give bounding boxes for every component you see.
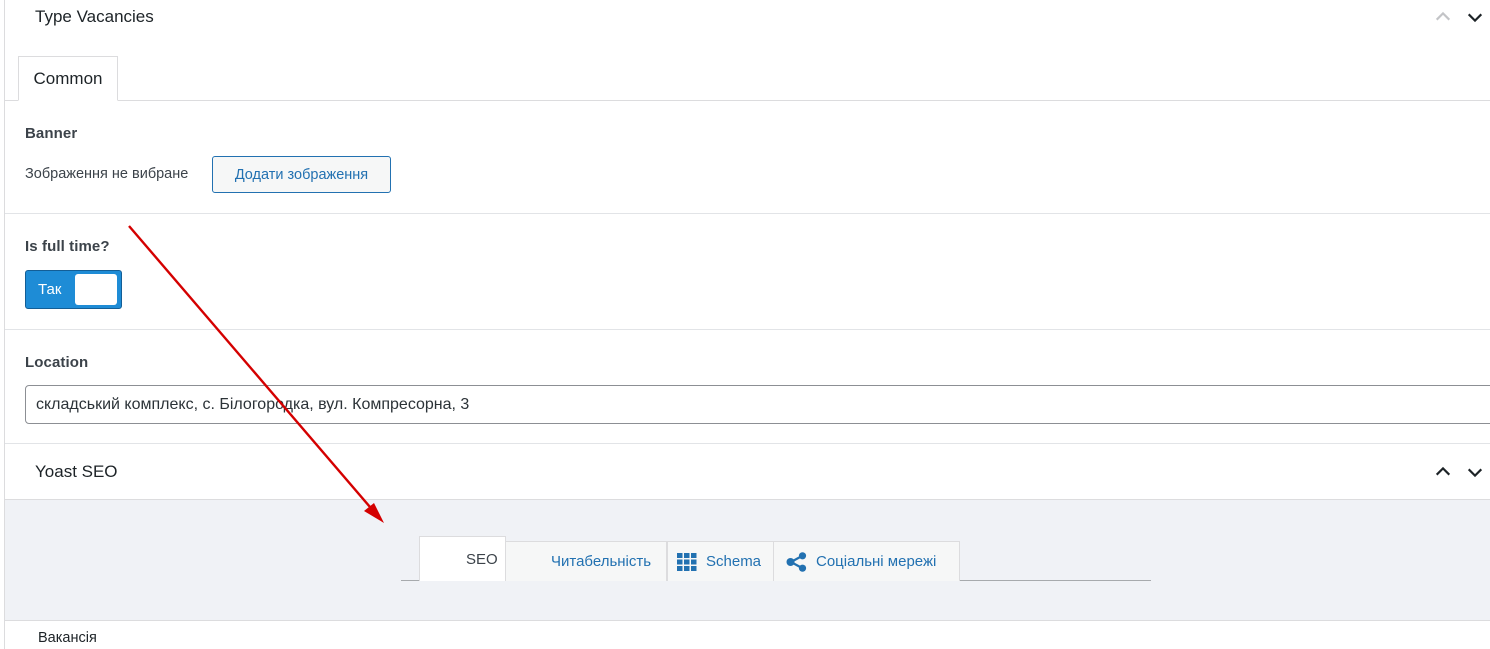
- toggle-state-label: Так: [38, 281, 62, 298]
- tab-common[interactable]: Common: [18, 56, 118, 101]
- banner-status: Зображення не вибране: [25, 166, 189, 182]
- yoast-toggle-panel-button[interactable]: [1464, 461, 1486, 483]
- tab-seo[interactable]: SEO: [419, 536, 506, 581]
- divider: [5, 213, 1490, 214]
- share-icon: [786, 551, 807, 572]
- chevron-up-icon: [1435, 11, 1451, 21]
- metabox-title: Type Vacancies: [35, 7, 154, 26]
- grid-icon: [677, 552, 697, 571]
- edit-screen: Type Vacancies Common Banner Зображення …: [4, 0, 1490, 649]
- move-up-button[interactable]: [1432, 6, 1454, 28]
- tab-social[interactable]: Соціальні мережі: [773, 541, 960, 581]
- tab-schema-label: Schema: [706, 553, 762, 570]
- yoast-panel: SEO Читабельність Schema Соціальні мереж…: [5, 499, 1490, 621]
- location-input[interactable]: [25, 385, 1490, 424]
- full-time-toggle[interactable]: Так: [25, 270, 122, 309]
- divider: [5, 443, 1490, 444]
- divider: [5, 329, 1490, 330]
- toggle-knob: [75, 274, 117, 305]
- tab-readability-label: Читабельність: [551, 553, 652, 570]
- yoast-title: Yoast SEO: [35, 462, 118, 481]
- banner-label: Banner: [25, 125, 78, 142]
- yoast-move-up-button[interactable]: [1432, 461, 1454, 483]
- tab-readability[interactable]: Читабельність: [505, 541, 667, 581]
- chevron-down-icon: [1467, 468, 1483, 478]
- chevron-down-icon: [1467, 13, 1483, 23]
- tabs-divider: [5, 100, 1490, 101]
- toggle-panel-button[interactable]: [1464, 6, 1486, 28]
- location-label: Location: [25, 354, 89, 371]
- chevron-up-icon: [1435, 466, 1451, 476]
- add-image-button[interactable]: Додати зображення: [212, 156, 391, 193]
- tab-schema[interactable]: Schema: [667, 541, 774, 581]
- metabox-header: Type Vacancies: [5, 0, 1490, 36]
- tab-social-label: Соціальні мережі: [816, 553, 937, 570]
- tab-seo-label: SEO: [466, 550, 498, 568]
- full-time-label: Is full time?: [25, 238, 110, 255]
- post-type-label: Вакансія: [38, 630, 97, 646]
